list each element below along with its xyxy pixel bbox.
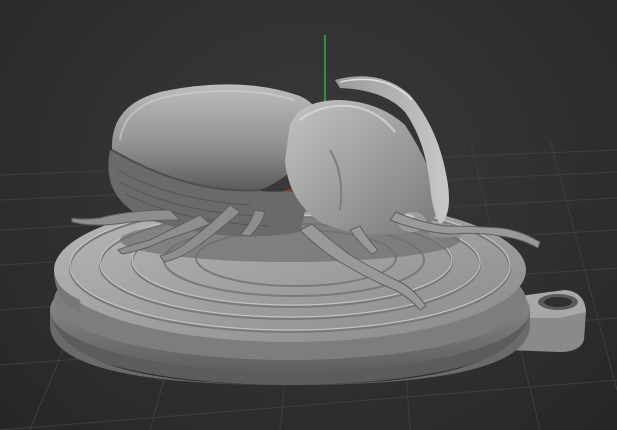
viewport-canvas[interactable] bbox=[0, 0, 617, 430]
3d-viewport[interactable] bbox=[0, 0, 617, 430]
